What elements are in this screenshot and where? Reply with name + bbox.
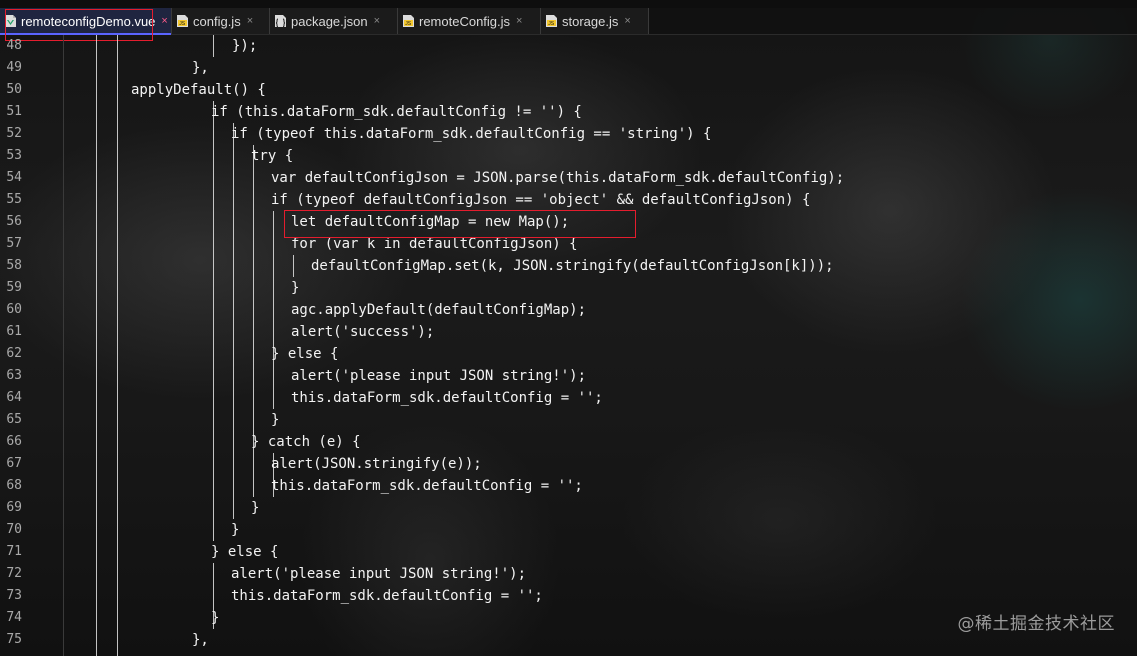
code-content: }); }, applyDefault() { if (this.dataFor…: [0, 35, 1137, 656]
code-editor[interactable]: 48 49 50 51 52 53 54 55 56 57 58 59 60 6…: [0, 35, 1137, 656]
code-line: },: [192, 632, 209, 648]
close-icon[interactable]: ×: [516, 15, 522, 27]
vue-file-icon: [4, 14, 17, 28]
js-file-icon: JS: [402, 14, 415, 28]
code-line: alert('please input JSON string!');: [231, 566, 527, 582]
tab-remoteconfigdemo-vue[interactable]: remoteconfigDemo.vue ×: [0, 8, 172, 35]
json-file-icon: [274, 14, 287, 28]
code-line: try {: [251, 148, 294, 164]
close-icon[interactable]: ×: [374, 15, 380, 27]
svg-text:JS: JS: [405, 21, 412, 27]
code-line: alert('success');: [291, 324, 435, 340]
tab-label-storage-js: storage.js: [562, 13, 619, 29]
code-line: }: [271, 412, 280, 428]
close-icon[interactable]: ×: [161, 15, 167, 27]
svg-text:JS: JS: [179, 21, 186, 27]
code-line: });: [232, 38, 258, 54]
editor-tab-bar: remoteconfigDemo.vue × JS config.js × pa…: [0, 8, 1137, 35]
code-line: defaultConfigMap.set(k, JSON.stringify(d…: [311, 258, 834, 274]
tab-label-config-js: config.js: [193, 13, 241, 29]
tab-storage-js[interactable]: JS storage.js ×: [541, 8, 649, 34]
code-line: if (typeof defaultConfigJson == 'object'…: [271, 192, 811, 208]
tab-remoteconfig-js[interactable]: JS remoteConfig.js ×: [398, 8, 541, 34]
close-icon[interactable]: ×: [247, 15, 253, 27]
tab-label-remoteconfigdemo-vue: remoteconfigDemo.vue: [21, 13, 156, 29]
svg-text:JS: JS: [548, 21, 555, 27]
tab-package-json[interactable]: package.json ×: [270, 8, 398, 34]
code-line: }: [251, 500, 260, 516]
code-line: if (typeof this.dataForm_sdk.defaultConf…: [231, 126, 712, 142]
js-file-icon: JS: [545, 14, 558, 28]
code-line: alert('please input JSON string!');: [291, 368, 587, 384]
tab-config-js[interactable]: JS config.js ×: [172, 8, 270, 34]
tab-label-remoteconfig-js: remoteConfig.js: [419, 13, 511, 29]
code-line: agc.applyDefault(defaultConfigMap);: [291, 302, 587, 318]
code-line: for (var k in defaultConfigJson) {: [291, 236, 578, 252]
code-line: if (this.dataForm_sdk.defaultConfig != '…: [211, 104, 582, 120]
code-line: this.dataForm_sdk.defaultConfig = '';: [231, 588, 543, 604]
code-line: }: [211, 610, 220, 626]
code-line: } else {: [211, 544, 279, 560]
close-icon[interactable]: ×: [624, 15, 630, 27]
tab-label-package-json: package.json: [291, 13, 368, 29]
code-line: alert(JSON.stringify(e));: [271, 456, 482, 472]
code-line: } catch (e) {: [251, 434, 361, 450]
code-line: },: [192, 60, 209, 76]
code-line: } else {: [271, 346, 339, 362]
js-file-icon: JS: [176, 14, 189, 28]
code-line: let defaultConfigMap = new Map();: [291, 214, 570, 230]
code-line: }: [291, 280, 300, 296]
code-line: applyDefault() {: [131, 82, 266, 98]
code-line: }: [231, 522, 240, 538]
code-line: this.dataForm_sdk.defaultConfig = '';: [291, 390, 603, 406]
top-bar: [0, 0, 1137, 8]
watermark-text: @稀土掘金技术社区: [957, 614, 1115, 634]
code-line: this.dataForm_sdk.defaultConfig = '';: [271, 478, 583, 494]
code-line: var defaultConfigJson = JSON.parse(this.…: [271, 170, 845, 186]
